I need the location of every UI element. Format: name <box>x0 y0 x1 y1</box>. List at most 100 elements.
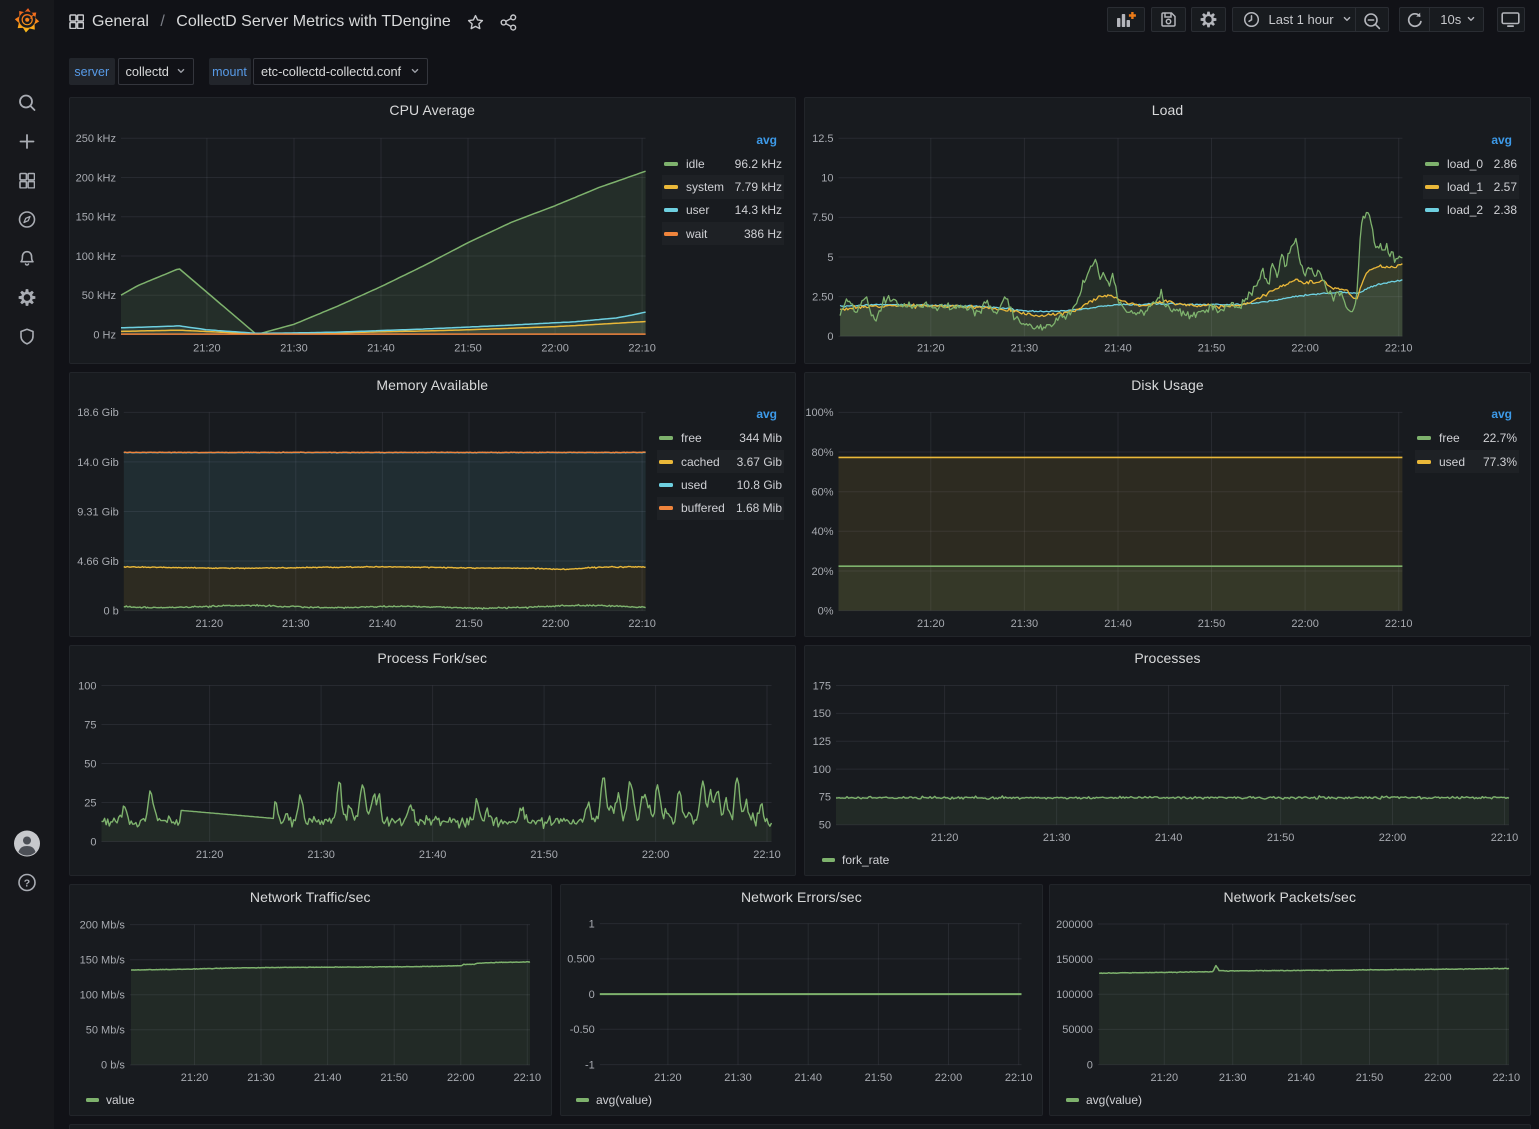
svg-text:200 Mb/s: 200 Mb/s <box>80 919 126 931</box>
svg-text:21:30: 21:30 <box>247 1072 275 1084</box>
svg-text:21:50: 21:50 <box>865 1072 893 1084</box>
svg-text:0 Hz: 0 Hz <box>93 329 116 341</box>
svg-text:12.5: 12.5 <box>812 133 833 145</box>
svg-text:150 kHz: 150 kHz <box>76 212 116 224</box>
svg-text:21:30: 21:30 <box>1043 832 1071 844</box>
svg-text:0 b: 0 b <box>104 605 119 617</box>
svg-text:21:40: 21:40 <box>794 1072 822 1084</box>
svg-text:22:10: 22:10 <box>753 849 781 861</box>
svg-text:21:50: 21:50 <box>1198 618 1226 630</box>
svg-text:22:00: 22:00 <box>1291 342 1319 354</box>
svg-text:0: 0 <box>827 331 833 343</box>
svg-text:40%: 40% <box>811 526 833 538</box>
svg-text:-1: -1 <box>585 1059 595 1071</box>
svg-text:22:10: 22:10 <box>628 618 656 630</box>
svg-text:21:20: 21:20 <box>196 849 224 861</box>
svg-text:21:50: 21:50 <box>1267 832 1295 844</box>
svg-text:75: 75 <box>819 792 831 804</box>
svg-text:150: 150 <box>813 708 831 720</box>
svg-text:0: 0 <box>1087 1059 1093 1071</box>
svg-text:22:10: 22:10 <box>1385 342 1413 354</box>
svg-text:20%: 20% <box>811 566 833 578</box>
svg-text:21:30: 21:30 <box>282 618 310 630</box>
svg-text:100 kHz: 100 kHz <box>76 251 116 263</box>
svg-text:21:30: 21:30 <box>1011 618 1039 630</box>
svg-text:21:20: 21:20 <box>931 832 959 844</box>
svg-text:21:40: 21:40 <box>1287 1072 1315 1084</box>
svg-text:22:10: 22:10 <box>1491 832 1519 844</box>
svg-text:21:40: 21:40 <box>367 342 395 354</box>
svg-text:21:40: 21:40 <box>1155 832 1183 844</box>
svg-text:0: 0 <box>589 989 595 1001</box>
svg-text:22:00: 22:00 <box>542 618 570 630</box>
svg-text:21:50: 21:50 <box>455 618 483 630</box>
svg-text:21:20: 21:20 <box>654 1072 682 1084</box>
svg-text:22:00: 22:00 <box>1424 1072 1452 1084</box>
svg-text:21:50: 21:50 <box>454 342 482 354</box>
svg-text:60%: 60% <box>811 487 833 499</box>
svg-text:150 Mb/s: 150 Mb/s <box>80 955 126 967</box>
svg-text:21:20: 21:20 <box>1151 1072 1179 1084</box>
svg-text:14.0 Gib: 14.0 Gib <box>77 457 119 469</box>
svg-text:21:40: 21:40 <box>369 618 397 630</box>
svg-text:0 b/s: 0 b/s <box>101 1060 125 1072</box>
svg-text:21:20: 21:20 <box>181 1072 209 1084</box>
svg-text:75: 75 <box>84 719 96 731</box>
svg-text:21:50: 21:50 <box>530 849 558 861</box>
svg-text:4.66 Gib: 4.66 Gib <box>77 556 119 568</box>
svg-text:22:00: 22:00 <box>935 1072 963 1084</box>
svg-text:125: 125 <box>813 736 831 748</box>
svg-text:21:30: 21:30 <box>280 342 308 354</box>
svg-text:22:00: 22:00 <box>447 1072 475 1084</box>
svg-text:22:00: 22:00 <box>1379 832 1407 844</box>
svg-text:18.6 Gib: 18.6 Gib <box>77 407 119 419</box>
svg-text:50000: 50000 <box>1062 1024 1093 1036</box>
svg-text:0.500: 0.500 <box>567 954 595 966</box>
svg-text:21:30: 21:30 <box>307 849 335 861</box>
svg-text:21:20: 21:20 <box>917 618 945 630</box>
svg-text:22:10: 22:10 <box>1493 1072 1521 1084</box>
svg-text:50: 50 <box>84 758 96 770</box>
svg-text:21:40: 21:40 <box>1104 618 1132 630</box>
svg-text:21:50: 21:50 <box>380 1072 408 1084</box>
svg-text:-0.50: -0.50 <box>570 1024 595 1036</box>
svg-text:21:20: 21:20 <box>193 342 221 354</box>
svg-text:0%: 0% <box>818 605 834 617</box>
svg-text:200 kHz: 200 kHz <box>76 172 116 184</box>
svg-text:50: 50 <box>819 820 831 832</box>
svg-text:1: 1 <box>589 918 595 930</box>
svg-text:0: 0 <box>90 836 96 848</box>
svg-text:21:20: 21:20 <box>917 342 945 354</box>
svg-text:22:10: 22:10 <box>1005 1072 1033 1084</box>
svg-text:10: 10 <box>821 173 833 185</box>
svg-text:100%: 100% <box>805 407 833 419</box>
svg-text:100: 100 <box>78 680 96 692</box>
svg-text:200000: 200000 <box>1056 919 1093 931</box>
svg-text:22:00: 22:00 <box>1291 618 1319 630</box>
svg-text:7.50: 7.50 <box>812 212 833 224</box>
svg-text:25: 25 <box>84 797 96 809</box>
svg-text:5: 5 <box>827 252 833 264</box>
svg-text:50 kHz: 50 kHz <box>82 290 116 302</box>
svg-text:175: 175 <box>813 680 831 692</box>
svg-text:250 kHz: 250 kHz <box>76 133 116 145</box>
svg-text:21:50: 21:50 <box>1356 1072 1384 1084</box>
svg-text:22:10: 22:10 <box>1385 618 1413 630</box>
svg-text:22:10: 22:10 <box>514 1072 542 1084</box>
svg-text:50 Mb/s: 50 Mb/s <box>86 1025 126 1037</box>
svg-text:22:10: 22:10 <box>628 342 656 354</box>
svg-text:150000: 150000 <box>1056 954 1093 966</box>
svg-text:2.50: 2.50 <box>812 291 833 303</box>
svg-text:21:30: 21:30 <box>1219 1072 1247 1084</box>
svg-text:21:40: 21:40 <box>1104 342 1132 354</box>
svg-text:21:40: 21:40 <box>314 1072 342 1084</box>
svg-text:80%: 80% <box>811 447 833 459</box>
svg-text:21:20: 21:20 <box>196 618 224 630</box>
svg-text:22:00: 22:00 <box>541 342 569 354</box>
svg-text:100 Mb/s: 100 Mb/s <box>80 990 126 1002</box>
svg-text:100: 100 <box>813 764 831 776</box>
svg-text:9.31 Gib: 9.31 Gib <box>77 506 119 518</box>
svg-text:21:30: 21:30 <box>1011 342 1039 354</box>
svg-text:22:00: 22:00 <box>642 849 670 861</box>
svg-text:21:30: 21:30 <box>724 1072 752 1084</box>
